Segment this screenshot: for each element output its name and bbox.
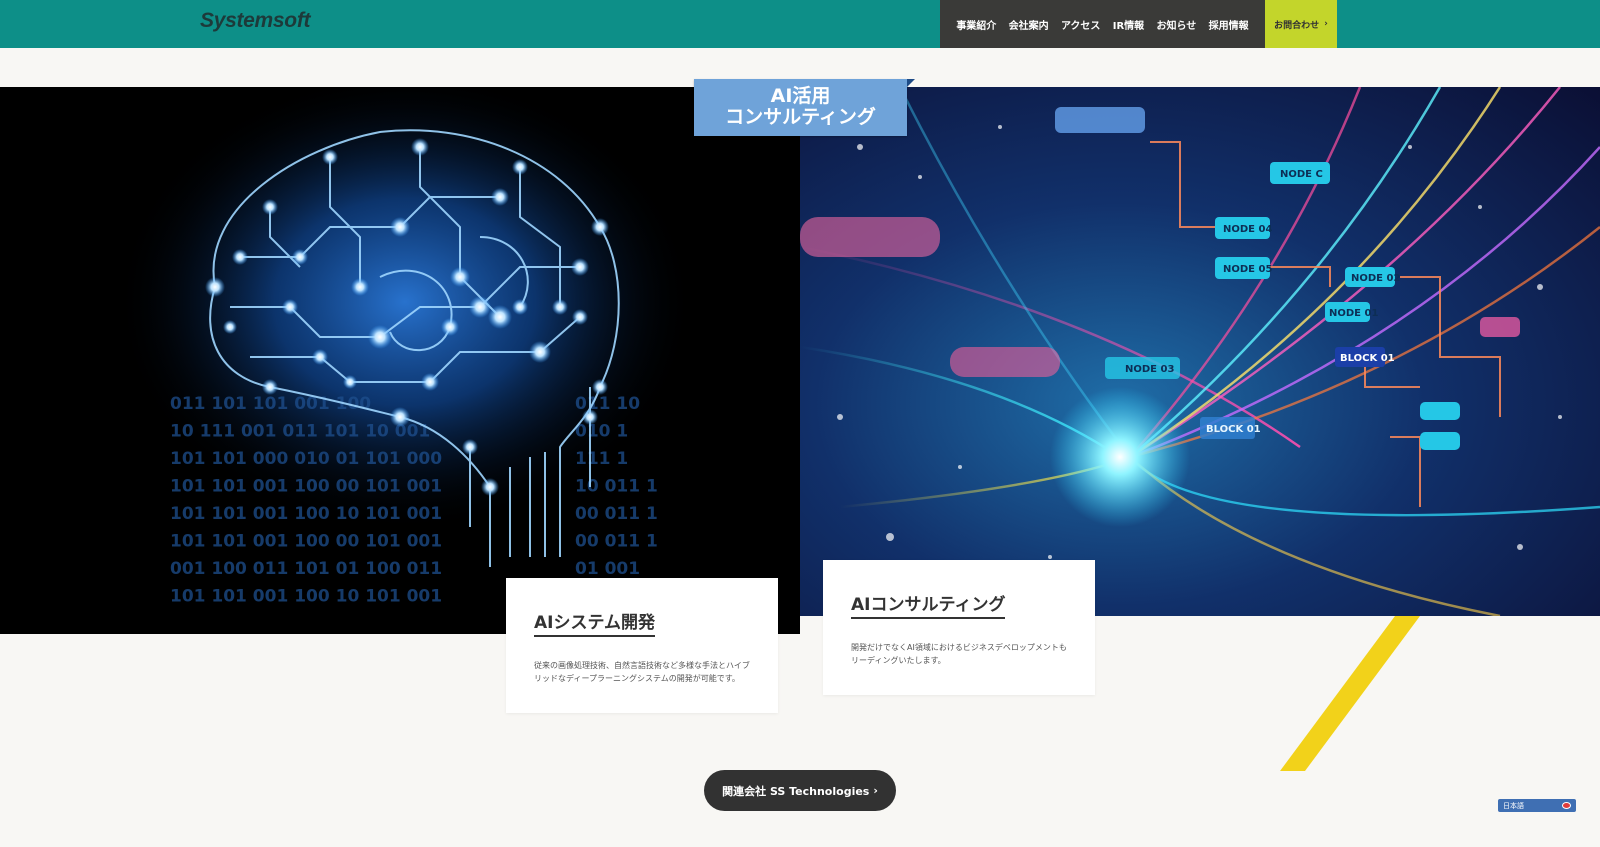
binary-text: 10 011 1 xyxy=(575,477,658,497)
nav-item-company[interactable]: 会社案内 xyxy=(1009,17,1049,32)
card-ai-consulting[interactable]: AIコンサルティング 開発だけでなくAI領域におけるビジネスデベロップメントもリ… xyxy=(823,560,1095,695)
nav-item-access[interactable]: アクセス xyxy=(1061,17,1101,32)
site-header: Systemsoft 事業紹介 会社案内 アクセス IR情報 お知らせ 採用情報… xyxy=(0,0,1600,48)
binary-text: 00 011 1 xyxy=(575,504,658,524)
binary-text: 111 1 xyxy=(575,449,628,469)
section-title-line-2: コンサルティング xyxy=(725,106,876,128)
binary-text: 101 101 001 100 00 101 001 xyxy=(170,532,442,552)
related-company-label: 関連会社 SS Technologies xyxy=(722,784,870,798)
nav-item-ir[interactable]: IR情報 xyxy=(1113,17,1144,32)
language-label: 日本語 xyxy=(1503,801,1524,810)
contact-label: お問合わせ xyxy=(1274,20,1320,31)
language-selector[interactable]: 日本語 xyxy=(1498,799,1576,812)
binary-text: 011 101 101 001 100 xyxy=(170,394,371,414)
contact-button[interactable]: お問合わせ › xyxy=(1265,0,1337,48)
nav-item-recruit[interactable]: 採用情報 xyxy=(1209,17,1249,32)
node-label: NODE C xyxy=(1280,169,1323,180)
binary-text: 101 101 000 010 01 101 000 xyxy=(170,449,442,469)
node-label: NODE 05 xyxy=(1223,264,1272,275)
binary-text: 010 1 xyxy=(575,422,628,442)
related-company-button[interactable]: 関連会社 SS Technologies › xyxy=(704,770,896,811)
nav-item-business[interactable]: 事業紹介 xyxy=(956,17,996,32)
yellow-stripe xyxy=(1280,616,1420,771)
card-title: AIシステム開発 xyxy=(534,608,655,637)
node-label: BLOCK 01 xyxy=(1340,353,1395,364)
card-ai-system-development[interactable]: AIシステム開発 従来の画像処理技術、自然言語技術など多様な手法とハイブリッドな… xyxy=(506,578,778,713)
main-nav: 事業紹介 会社案内 アクセス IR情報 お知らせ 採用情報 xyxy=(940,0,1265,48)
data-network-image: NODE 04 NODE 05 NODE 02 NODE 03 NODE 01 … xyxy=(800,87,1600,616)
binary-text: 001 100 011 101 01 100 011 xyxy=(170,559,442,579)
binary-text: 101 101 001 100 10 101 001 xyxy=(170,587,442,607)
node-label: NODE 04 xyxy=(1223,224,1272,235)
section-title: AI活用 コンサルティング xyxy=(694,79,915,136)
binary-text: 10 111 001 011 101 10 001 xyxy=(170,422,430,442)
chevron-right-icon: › xyxy=(873,784,878,797)
node-label: NODE 01 xyxy=(1329,308,1378,319)
binary-text: 101 101 001 100 00 101 001 xyxy=(170,477,442,497)
card-text: 開発だけでなくAI領域におけるビジネスデベロップメントもリーディングいたします。 xyxy=(851,643,1067,665)
binary-text: 01 001 xyxy=(575,559,640,579)
heart-icon xyxy=(1562,802,1571,809)
node-label: NODE 02 xyxy=(1351,273,1400,284)
chevron-right-icon: › xyxy=(1324,19,1328,29)
site-logo[interactable]: Systemsoft xyxy=(200,9,311,33)
label-corner xyxy=(907,79,915,87)
nav-item-news[interactable]: お知らせ xyxy=(1156,17,1196,32)
ai-brain-image: 011 101 101 001 100 10 111 001 011 101 10… xyxy=(0,87,800,634)
node-label: BLOCK 01 xyxy=(1206,424,1261,435)
binary-text: 00 011 1 xyxy=(575,532,658,552)
node-label: NODE 03 xyxy=(1125,364,1174,375)
card-title: AIコンサルティング xyxy=(851,590,1006,619)
section-title-line-1: AI活用 xyxy=(770,85,831,107)
card-text: 従来の画像処理技術、自然言語技術など多様な手法とハイブリッドなディープラーニング… xyxy=(534,661,750,683)
binary-text: 101 101 001 100 10 101 001 xyxy=(170,504,442,524)
